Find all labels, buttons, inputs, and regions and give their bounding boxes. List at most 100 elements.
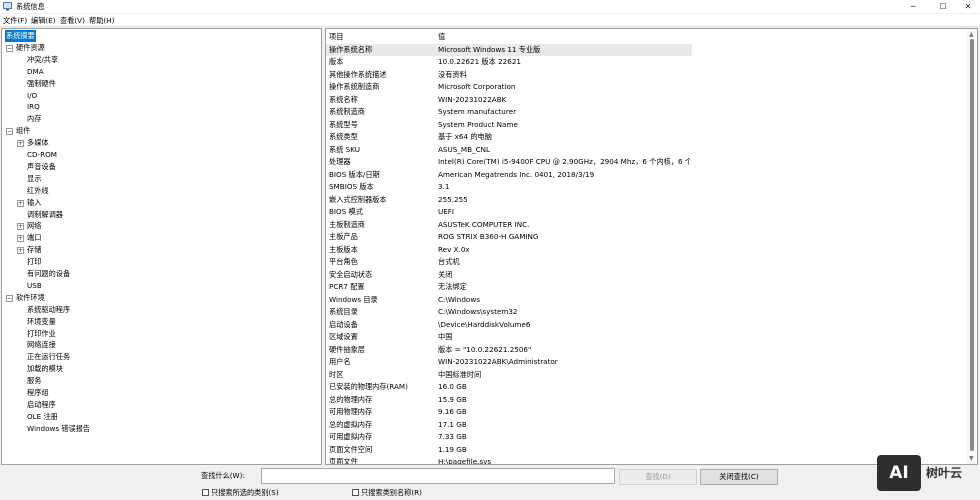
menu-view[interactable]: 查看(V) xyxy=(60,16,85,26)
tree-item[interactable]: CD-ROM xyxy=(2,149,320,161)
tree-item[interactable]: 内存 xyxy=(2,113,320,125)
tree-item[interactable]: DMA xyxy=(2,66,320,78)
tree-item[interactable]: + 输入 xyxy=(2,197,320,209)
detail-row[interactable]: 安全启动状态 关闭 xyxy=(326,269,692,282)
tree-item[interactable]: 有问题的设备 xyxy=(2,268,320,280)
find-button[interactable]: 查找(D) xyxy=(619,469,697,485)
detail-row[interactable]: 主板版本 Rev X.0x xyxy=(326,244,692,257)
detail-row[interactable]: 总的虚拟内存 17.1 GB xyxy=(326,419,692,432)
tree-item[interactable]: − 组件 xyxy=(2,125,320,137)
tree-item[interactable]: + 存储 xyxy=(2,244,320,256)
detail-row[interactable]: 页面文件空间 1.19 GB xyxy=(326,444,692,457)
column-header-item[interactable]: 项目 xyxy=(329,31,343,43)
tree-item[interactable]: USB xyxy=(2,280,320,292)
detail-row[interactable]: 可用虚拟内存 7.33 GB xyxy=(326,431,692,444)
tree-item[interactable]: 红外线 xyxy=(2,185,320,197)
expand-plus-icon[interactable]: + xyxy=(17,235,24,243)
tree-item-label: 启动程序 xyxy=(27,399,56,409)
menu-edit[interactable]: 编辑(E) xyxy=(31,16,56,26)
expand-plus-icon[interactable]: + xyxy=(17,223,24,231)
tree-item[interactable]: 强制硬件 xyxy=(2,78,320,90)
tree-item[interactable]: 系统摘要 xyxy=(2,30,320,42)
tree-item[interactable]: + 端口 xyxy=(2,232,320,244)
detail-row[interactable]: PCR7 配置 无法绑定 xyxy=(326,281,692,294)
detail-row[interactable]: 启动设备 \Device\HarddiskVolume6 xyxy=(326,319,692,332)
detail-row[interactable]: BIOS 模式 UEFI xyxy=(326,206,692,219)
minimize-button[interactable]: ─ xyxy=(898,0,928,13)
tree-item[interactable]: 冲突/共享 xyxy=(2,54,320,66)
detail-row[interactable]: 嵌入式控制器版本 255.255 xyxy=(326,194,692,207)
tree-item[interactable]: 调制解调器 xyxy=(2,209,320,221)
detail-row[interactable]: 平台角色 台式机 xyxy=(326,256,692,269)
tree-item[interactable]: 系统驱动程序 xyxy=(2,304,320,316)
category-tree[interactable]: 系统摘要 − 硬件资源 冲突/共享 DMA 强制硬件 I/O IRQ 内存 − 组件 + 多媒体 CD-R… xyxy=(1,28,322,465)
detail-row[interactable]: 总的物理内存 15.9 GB xyxy=(326,394,692,407)
tree-item[interactable]: 启动程序 xyxy=(2,399,320,411)
tree-item[interactable]: Windows 错误报告 xyxy=(2,423,320,435)
scrollbar-thumb[interactable] xyxy=(970,39,974,451)
detail-item-cell: BIOS 版本/日期 xyxy=(329,169,380,179)
tree-item[interactable]: 网络连接 xyxy=(2,339,320,351)
collapse-minus-icon[interactable]: − xyxy=(6,128,13,136)
detail-row[interactable]: 系统 SKU ASUS_MB_CNL xyxy=(326,144,692,157)
detail-row[interactable]: 区域设置 中国 xyxy=(326,331,692,344)
expand-plus-icon[interactable]: + xyxy=(17,247,24,255)
close-button[interactable]: ✕ xyxy=(953,0,980,13)
tree-item[interactable]: 程序组 xyxy=(2,387,320,399)
detail-row[interactable]: 用户名 WIN-20231022ABK\Administrator xyxy=(326,356,692,369)
detail-row[interactable]: 系统类型 基于 x64 的电脑 xyxy=(326,131,692,144)
vertical-scrollbar[interactable]: ▲ ▼ xyxy=(967,29,977,464)
detail-row[interactable]: 系统型号 System Product Name xyxy=(326,119,692,132)
detail-row[interactable]: BIOS 版本/日期 American Megatrends Inc. 0401,… xyxy=(326,169,692,182)
detail-row[interactable]: 主板制造商 ASUSTeK COMPUTER INC. xyxy=(326,219,692,232)
detail-row[interactable]: 处理器 Intel(R) Core(TM) i5-9400F CPU @ 2.90… xyxy=(326,156,692,169)
tree-item[interactable]: 服务 xyxy=(2,375,320,387)
close-find-button[interactable]: 关闭查找(C) xyxy=(700,469,778,485)
tree-item[interactable]: − 硬件资源 xyxy=(2,42,320,54)
detail-row[interactable]: 操作系统制造商 Microsoft Corporation xyxy=(326,81,692,94)
detail-item-cell: 总的物理内存 xyxy=(329,394,373,404)
tree-item[interactable]: + 多媒体 xyxy=(2,137,320,149)
detail-row[interactable]: 系统名称 WIN-20231022ABK xyxy=(326,94,692,107)
tree-item[interactable]: 打印作业 xyxy=(2,328,320,340)
tree-item[interactable]: + 网络 xyxy=(2,220,320,232)
detail-row[interactable]: 已安装的物理内存(RAM) 16.0 GB xyxy=(326,381,692,394)
detail-row[interactable]: SMBIOS 版本 3.1 xyxy=(326,181,692,194)
detail-row[interactable]: 时区 中国标准时间 xyxy=(326,369,692,382)
detail-row[interactable]: 操作系统名称 Microsoft Windows 11 专业版 xyxy=(326,43,692,56)
detail-row[interactable]: 系统目录 C:\Windows\system32 xyxy=(326,306,692,319)
detail-row[interactable]: 版本 10.0.22621 版本 22621 xyxy=(326,56,692,69)
tree-item-label: 显示 xyxy=(27,173,42,183)
expand-plus-icon[interactable]: + xyxy=(17,140,24,148)
column-header-value[interactable]: 值 xyxy=(438,31,445,43)
tree-item[interactable]: 加载的模块 xyxy=(2,363,320,375)
detail-row[interactable]: 硬件抽象层 版本 = "10.0.22621.2506" xyxy=(326,344,692,357)
tree-item[interactable]: 打印 xyxy=(2,256,320,268)
tree-item[interactable]: − 软件环境 xyxy=(2,292,320,304)
details-list[interactable]: 项目 值 ▲ ▼ 操作系统名称 Microsoft Windows 11 专业版版… xyxy=(325,28,978,465)
checkbox-box[interactable] xyxy=(202,489,209,496)
detail-item-cell: 主板版本 xyxy=(329,244,358,254)
tree-item[interactable]: 声音设备 xyxy=(2,161,320,173)
find-what-input[interactable] xyxy=(261,468,615,484)
detail-value-cell: WIN-20231022ABK xyxy=(438,94,507,104)
tree-item[interactable]: OLE 注册 xyxy=(2,411,320,423)
detail-row[interactable]: Windows 目录 C:\Windows xyxy=(326,294,692,307)
scroll-up-arrow-icon[interactable]: ▲ xyxy=(969,31,974,38)
expand-plus-icon[interactable]: + xyxy=(17,199,24,207)
detail-row[interactable]: 主板产品 ROG STRIX B360-H GAMING xyxy=(326,231,692,244)
tree-item[interactable]: IRQ xyxy=(2,101,320,113)
detail-row[interactable]: 页面文件 H:\pagefile.sys xyxy=(326,456,692,464)
collapse-minus-icon[interactable]: − xyxy=(6,294,13,302)
menu-file[interactable]: 文件(F) xyxy=(3,16,27,26)
detail-row[interactable]: 可用物理内存 9.16 GB xyxy=(326,406,692,419)
tree-item[interactable]: I/O xyxy=(2,90,320,102)
collapse-minus-icon[interactable]: − xyxy=(6,44,13,52)
menu-help[interactable]: 帮助(H) xyxy=(89,16,114,26)
detail-row[interactable]: 其他操作系统描述 没有资料 xyxy=(326,69,692,82)
detail-row[interactable]: 系统制造商 System manufacturer xyxy=(326,106,692,119)
tree-item[interactable]: 环境变量 xyxy=(2,316,320,328)
tree-item[interactable]: 显示 xyxy=(2,173,320,185)
tree-item[interactable]: 正在运行任务 xyxy=(2,351,320,363)
checkbox-box[interactable] xyxy=(352,489,359,496)
